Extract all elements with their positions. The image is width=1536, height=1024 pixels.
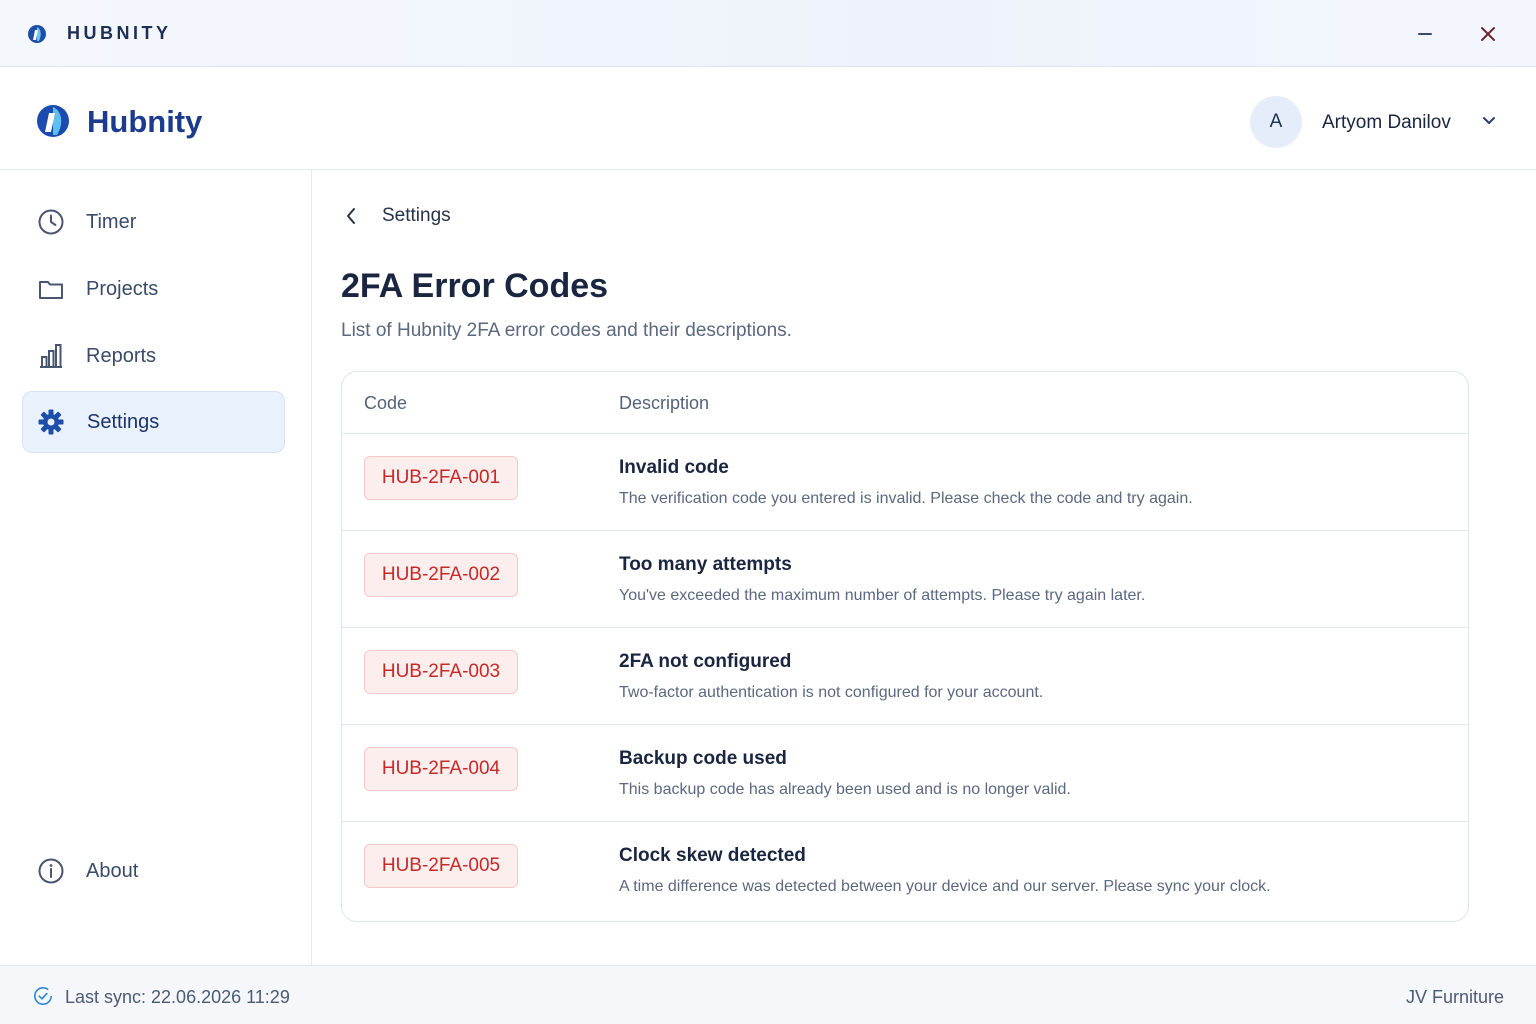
sidebar-item-label: Settings [87,411,160,433]
chevron-left-icon[interactable] [340,204,362,228]
sidebar-item-timer[interactable]: Timer [22,191,285,253]
gear-icon [38,409,64,435]
error-code-badge: HUB-2FA-001 [364,456,518,500]
error-description: Two-factor authentication is not configu… [619,684,1044,701]
page-subtitle: List of Hubnity 2FA error codes and thei… [341,320,792,341]
error-title: Clock skew detected [619,845,806,866]
sidebar-item-settings[interactable]: Settings [22,391,285,453]
sidebar-item-label: About [86,860,139,882]
error-description: This backup code has already been used a… [619,781,1071,798]
hubnity-logo-icon [37,105,69,137]
status-bar: Last sync: 22.06.2026 11:29 JV Furniture [0,965,1536,1024]
hubnity-logo-icon [28,25,46,43]
table-row: HUB-2FA-004 Backup code used This backup… [342,725,1468,822]
error-description: A time difference was detected between y… [619,878,1271,895]
minimize-button[interactable] [1410,20,1440,48]
error-title: Backup code used [619,748,787,769]
sidebar-item-reports[interactable]: Reports [22,325,285,387]
sidebar-item-about[interactable]: About [22,840,285,902]
column-header-code: Code [364,393,408,413]
main-content: Settings 2FA Error Codes List of Hubnity… [312,170,1536,965]
window-title: HUBNITY [67,23,172,43]
sidebar-item-label: Timer [86,211,137,233]
error-code-badge: HUB-2FA-005 [364,844,518,888]
avatar[interactable]: A [1250,96,1302,148]
bar-chart-icon [40,344,62,368]
app-header: Hubnity A Artyom Danilov [0,67,1536,170]
folder-icon [39,281,63,299]
table-row: HUB-2FA-001 Invalid code The verificatio… [342,434,1468,531]
breadcrumb[interactable]: Settings [382,205,451,227]
error-title: 2FA not configured [619,651,792,672]
brand-name: Hubnity [87,104,203,139]
last-sync-text: Last sync: 22.06.2026 11:29 [65,987,290,1007]
user-name[interactable]: Artyom Danilov [1322,112,1451,134]
table-header: Code Description [342,372,1468,434]
error-code-badge: HUB-2FA-002 [364,553,518,597]
sync-check-icon [34,987,52,1005]
close-icon [1481,27,1495,41]
error-description: You've exceeded the maximum number of at… [619,587,1146,604]
page-title: 2FA Error Codes [341,267,609,305]
close-button[interactable] [1473,20,1503,48]
error-codes-table: Code Description HUB-2FA-001 Invalid cod… [341,371,1469,922]
table-row: HUB-2FA-005 Clock skew detected A time d… [342,822,1468,919]
error-title: Too many attempts [619,554,792,575]
chevron-down-icon[interactable] [1480,114,1498,128]
table-row: HUB-2FA-002 Too many attempts You've exc… [342,531,1468,628]
sidebar: Timer Projects Reports Settings About [0,170,312,965]
title-bar: HUBNITY [0,0,1536,67]
error-code-badge: HUB-2FA-004 [364,747,518,791]
column-header-description: Description [619,393,710,413]
error-code-badge: HUB-2FA-003 [364,650,518,694]
info-icon [38,858,64,884]
sidebar-item-projects[interactable]: Projects [22,258,285,320]
table-row: HUB-2FA-003 2FA not configured Two-facto… [342,628,1468,725]
error-description: The verification code you entered is inv… [619,490,1193,507]
app-window: HUBNITY Hubnity A Artyom Danilov Timer P… [0,0,1536,1024]
organization-name: JV Furniture [1405,987,1504,1007]
sidebar-item-label: Projects [86,278,159,300]
clock-icon [38,209,64,235]
sidebar-item-label: Reports [86,345,157,367]
error-title: Invalid code [619,457,729,478]
